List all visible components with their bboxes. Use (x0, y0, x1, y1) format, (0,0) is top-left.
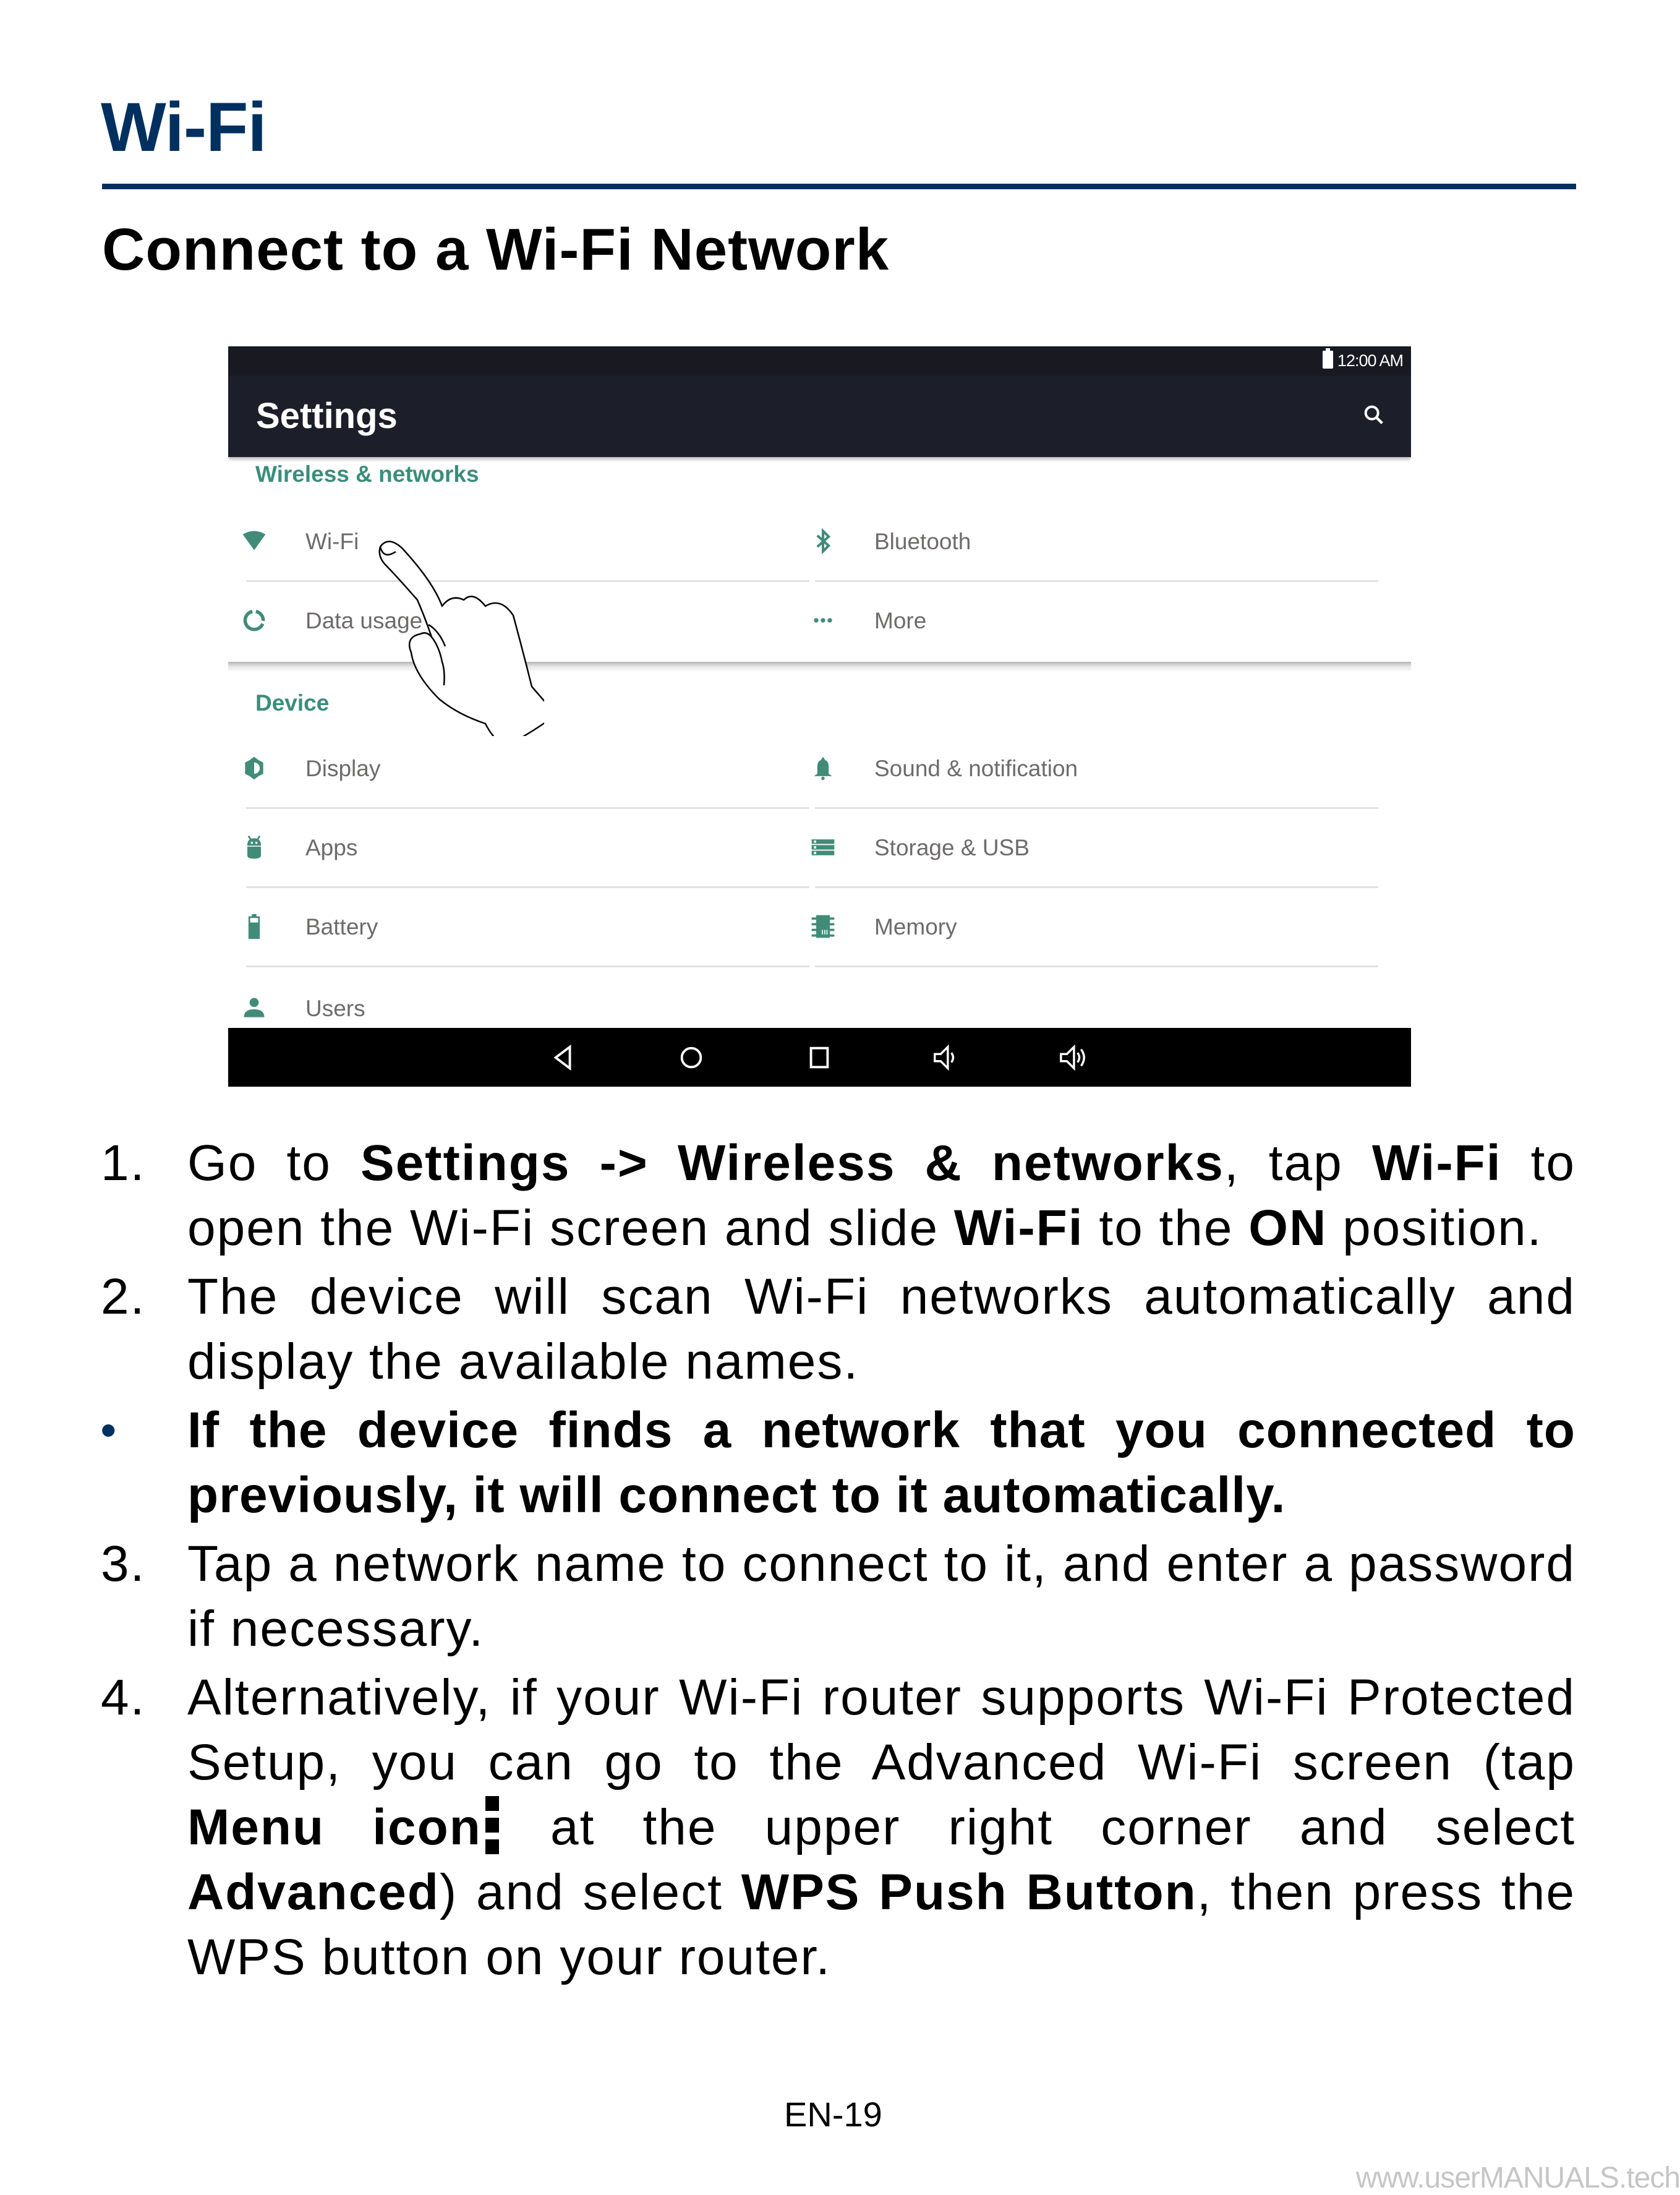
divider (815, 965, 1378, 967)
item-label: Display (305, 756, 381, 781)
home-icon[interactable] (677, 1043, 706, 1072)
emphasis-text: WPS Push Button (741, 1864, 1197, 1920)
item-label: Bluetooth (874, 529, 971, 554)
battery-full-icon (1323, 348, 1333, 369)
bullet-marker: • (101, 1406, 117, 1454)
item-label: Storage & USB (874, 835, 1030, 860)
app-bar-title: Settings (256, 396, 398, 436)
page-heading: Wi-Fi (101, 88, 267, 166)
step-text: If the device finds a network that you c… (187, 1402, 1576, 1523)
item-label: More (874, 608, 927, 633)
item-label: Users (305, 996, 365, 1021)
section-title-device: Device (255, 690, 330, 716)
step-text: position. (1327, 1200, 1543, 1256)
recents-icon[interactable] (805, 1043, 834, 1072)
settings-item-data-usage[interactable]: Data usage (228, 582, 809, 661)
heading-divider (102, 184, 1576, 189)
bell-icon (814, 756, 832, 781)
emphasis-text: Menu icon (187, 1799, 482, 1855)
settings-item-wifi[interactable]: Wi-Fi (228, 503, 809, 582)
settings-item-more[interactable]: More (797, 582, 1378, 661)
instruction-step: 3. Tap a network name to connect to it, a… (101, 1531, 1576, 1661)
instruction-list: 1. Go to Settings -> Wireless & networks,… (101, 1131, 1576, 1993)
step-number: 1. (101, 1135, 146, 1191)
step-text: , tap (1224, 1135, 1372, 1191)
menu-vertical-dots-icon (485, 1796, 499, 1854)
app-bar: Settings (228, 375, 1411, 457)
settings-screenshot: 12:00 AM Settings Wireless & networks Wi… (228, 346, 1411, 1087)
instruction-step: 1. Go to Settings -> Wireless & networks,… (101, 1131, 1576, 1260)
item-label: Memory (874, 914, 957, 939)
step-text: The device will scan Wi-Fi networks auto… (187, 1269, 1576, 1390)
storage-icon (811, 839, 835, 855)
settings-item-display[interactable]: Display (228, 730, 809, 809)
wifi-icon (242, 531, 266, 550)
volume-up-icon[interactable] (1059, 1043, 1087, 1072)
status-time: 12:00 AM (1337, 351, 1404, 370)
section-title-wireless: Wireless & networks (255, 461, 479, 487)
item-label: Sound & notification (874, 756, 1078, 781)
emphasis-text: ON (1248, 1200, 1328, 1256)
settings-item-memory[interactable]: Memory (797, 888, 1378, 967)
instruction-step: 2. The device will scan Wi-Fi networks au… (101, 1264, 1576, 1394)
item-label: Battery (305, 914, 378, 939)
step-text: Alternatively, if your Wi-Fi router supp… (187, 1669, 1576, 1791)
step-text: Go to (187, 1135, 360, 1191)
emphasis-text: Advanced (187, 1864, 440, 1920)
divider (246, 965, 809, 967)
emphasis-text: Wi-Fi (1371, 1135, 1502, 1191)
page-number: EN-19 (784, 2095, 882, 2134)
item-label: Data usage (305, 608, 423, 633)
step-text: ) and select (439, 1864, 741, 1920)
step-text: at the upper right corner and select (502, 1799, 1576, 1855)
item-label: Apps (305, 835, 358, 860)
brightness-icon (245, 756, 263, 780)
step-text: Tap a network name to connect to it, and… (187, 1536, 1576, 1657)
battery-icon (248, 914, 260, 939)
person-icon (244, 998, 265, 1017)
section-separator (228, 662, 1411, 670)
more-dots-icon (814, 618, 832, 623)
settings-item-bluetooth[interactable]: Bluetooth (797, 503, 1378, 582)
settings-item-storage[interactable]: Storage & USB (797, 809, 1378, 888)
emphasis-text: Settings -> Wireless & networks (360, 1135, 1224, 1191)
settings-item-apps[interactable]: Apps (228, 809, 809, 888)
instruction-note: • If the device finds a network that you … (101, 1398, 1576, 1528)
navigation-bar (228, 1028, 1411, 1087)
status-bar: 12:00 AM (228, 346, 1411, 375)
step-number: 4. (101, 1669, 146, 1726)
step-text: to the (1083, 1200, 1249, 1256)
emphasis-text: Wi-Fi (953, 1200, 1084, 1256)
bluetooth-icon (816, 528, 831, 555)
search-icon[interactable] (1362, 403, 1386, 427)
step-number: 3. (101, 1536, 146, 1592)
volume-down-icon[interactable] (931, 1043, 960, 1072)
settings-item-sound[interactable]: Sound & notification (797, 730, 1378, 809)
section-heading: Connect to a Wi-Fi Network (102, 216, 890, 283)
item-label: Wi-Fi (305, 529, 359, 554)
watermark: www.userMANUALS.tech (1355, 2162, 1680, 2194)
step-number: 2. (101, 1269, 146, 1325)
settings-item-battery[interactable]: Battery (228, 888, 809, 967)
android-icon (247, 835, 261, 859)
memory-chip-icon (811, 915, 835, 938)
data-usage-icon (243, 609, 265, 631)
back-icon[interactable] (550, 1043, 578, 1072)
instruction-step: 4. Alternatively, if your Wi-Fi router su… (101, 1665, 1576, 1990)
